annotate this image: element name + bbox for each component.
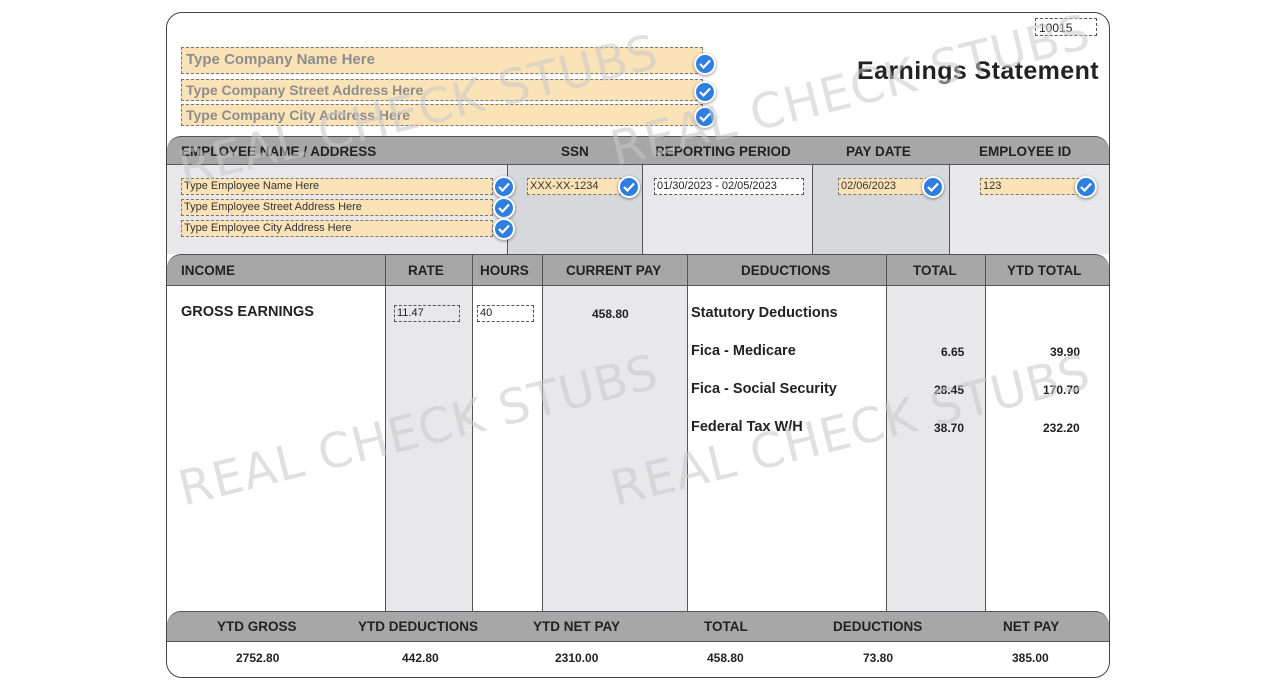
header-ytd-gross: YTD GROSS (217, 619, 297, 634)
check-circle-icon[interactable] (922, 176, 944, 198)
check-circle-icon[interactable] (694, 106, 716, 128)
header-ssn: SSN (561, 144, 589, 159)
check-circle-icon[interactable] (694, 53, 716, 75)
check-circle-icon[interactable] (1075, 176, 1097, 198)
header-ytd-total: YTD TOTAL (1007, 263, 1082, 278)
header-current-pay: CURRENT PAY (566, 263, 662, 278)
company-name-field[interactable]: Type Company Name Here (181, 47, 703, 74)
ytd-deductions-value: 442.80 (402, 651, 439, 665)
header-total: TOTAL (913, 263, 957, 278)
header-hours: HOURS (480, 263, 529, 278)
header-net-pay: NET PAY (1003, 619, 1060, 634)
ssn-field[interactable]: XXX-XX-1234 (527, 178, 627, 195)
deduction-total: 38.70 (934, 421, 965, 435)
employee-name-field[interactable]: Type Employee Name Here (181, 178, 493, 195)
deduction-total: 28.45 (934, 383, 965, 397)
deduction-name: Fica - Medicare (691, 343, 796, 359)
header-employee-name-address: EMPLOYEE NAME / ADDRESS (181, 144, 377, 159)
current-pay-value: 458.80 (592, 307, 629, 321)
page-title: Earnings Statement (857, 57, 1099, 85)
deduction-ytd: 39.90 (1050, 345, 1081, 359)
ytd-gross-value: 2752.80 (236, 651, 280, 665)
statutory-deductions-title: Statutory Deductions (691, 305, 838, 321)
earnings-statement-stub: 10015 Earnings Statement Type Company Na… (166, 12, 1110, 678)
header-summary-total: TOTAL (704, 619, 748, 634)
pay-date-field[interactable]: 02/06/2023 (838, 178, 928, 195)
ytd-net-pay-value: 2310.00 (555, 651, 599, 665)
header-ytd-deductions: YTD DEDUCTIONS (358, 619, 479, 634)
current-pay-column-bg (543, 286, 687, 611)
header-reporting-period: REPORTING PERIOD (655, 144, 791, 159)
check-circle-icon[interactable] (618, 176, 640, 198)
deduction-ytd: 232.20 (1043, 421, 1080, 435)
summary-header-band (167, 611, 1109, 642)
deduction-ytd: 170.70 (1043, 383, 1080, 397)
header-pay-date: PAY DATE (846, 144, 911, 159)
summary-deductions-value: 73.80 (863, 651, 894, 665)
deduction-name: Federal Tax W/H (691, 419, 803, 435)
employee-city-field[interactable]: Type Employee City Address Here (181, 220, 493, 237)
hours-field[interactable]: 40 (477, 305, 534, 322)
header-ytd-net-pay: YTD NET PAY (533, 619, 621, 634)
header-deductions: DEDUCTIONS (741, 263, 831, 278)
summary-total-value: 458.80 (707, 651, 744, 665)
deduction-total: 6.65 (941, 345, 965, 359)
reporting-period-field[interactable]: 01/30/2023 - 02/05/2023 (654, 178, 804, 195)
header-employee-id: EMPLOYEE ID (979, 144, 1072, 159)
net-pay-value: 385.00 (1012, 651, 1049, 665)
check-number[interactable]: 10015 (1035, 18, 1097, 36)
company-city-field[interactable]: Type Company City Address Here (181, 104, 703, 126)
check-circle-icon[interactable] (493, 197, 515, 219)
header-income: INCOME (181, 263, 235, 278)
total-column-bg (887, 286, 985, 611)
header-rate: RATE (408, 263, 444, 278)
rate-field[interactable]: 11.47 (394, 305, 460, 322)
employee-id-field[interactable]: 123 (980, 178, 1080, 195)
rate-column-bg (386, 286, 472, 611)
check-circle-icon[interactable] (493, 218, 515, 240)
header-summary-deductions: DEDUCTIONS (833, 619, 923, 634)
check-circle-icon[interactable] (493, 176, 515, 198)
employee-street-field[interactable]: Type Employee Street Address Here (181, 199, 493, 216)
gross-earnings-label: GROSS EARNINGS (181, 304, 314, 320)
deduction-name: Fica - Social Security (691, 381, 837, 397)
check-circle-icon[interactable] (694, 81, 716, 103)
company-street-field[interactable]: Type Company Street Address Here (181, 79, 703, 101)
